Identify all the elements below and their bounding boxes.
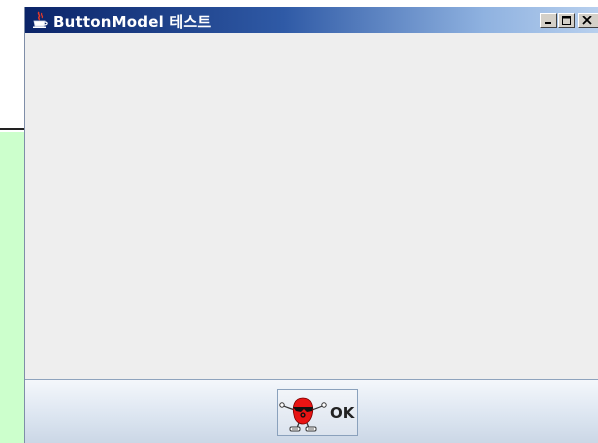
ok-button[interactable]: OK: [277, 389, 358, 436]
ok-button-label: OK: [330, 404, 355, 422]
java-cup-icon: [33, 11, 48, 28]
window-title: ButtonModel 테스트: [53, 13, 212, 31]
button-panel: OK: [25, 379, 598, 443]
minimize-icon: [545, 22, 551, 24]
background-green-panel: [0, 132, 27, 443]
maximize-icon: [562, 16, 571, 25]
app-window: ButtonModel 테스트 OK: [24, 7, 598, 443]
title-bar[interactable]: ButtonModel 테스트: [25, 7, 598, 33]
close-button[interactable]: [578, 13, 598, 28]
duke-mascot-icon: [279, 397, 327, 432]
maximize-button[interactable]: [558, 13, 575, 28]
close-icon: [582, 16, 592, 25]
minimize-button[interactable]: [540, 13, 557, 28]
background-divider-line: [0, 128, 26, 130]
content-area: [25, 33, 598, 379]
